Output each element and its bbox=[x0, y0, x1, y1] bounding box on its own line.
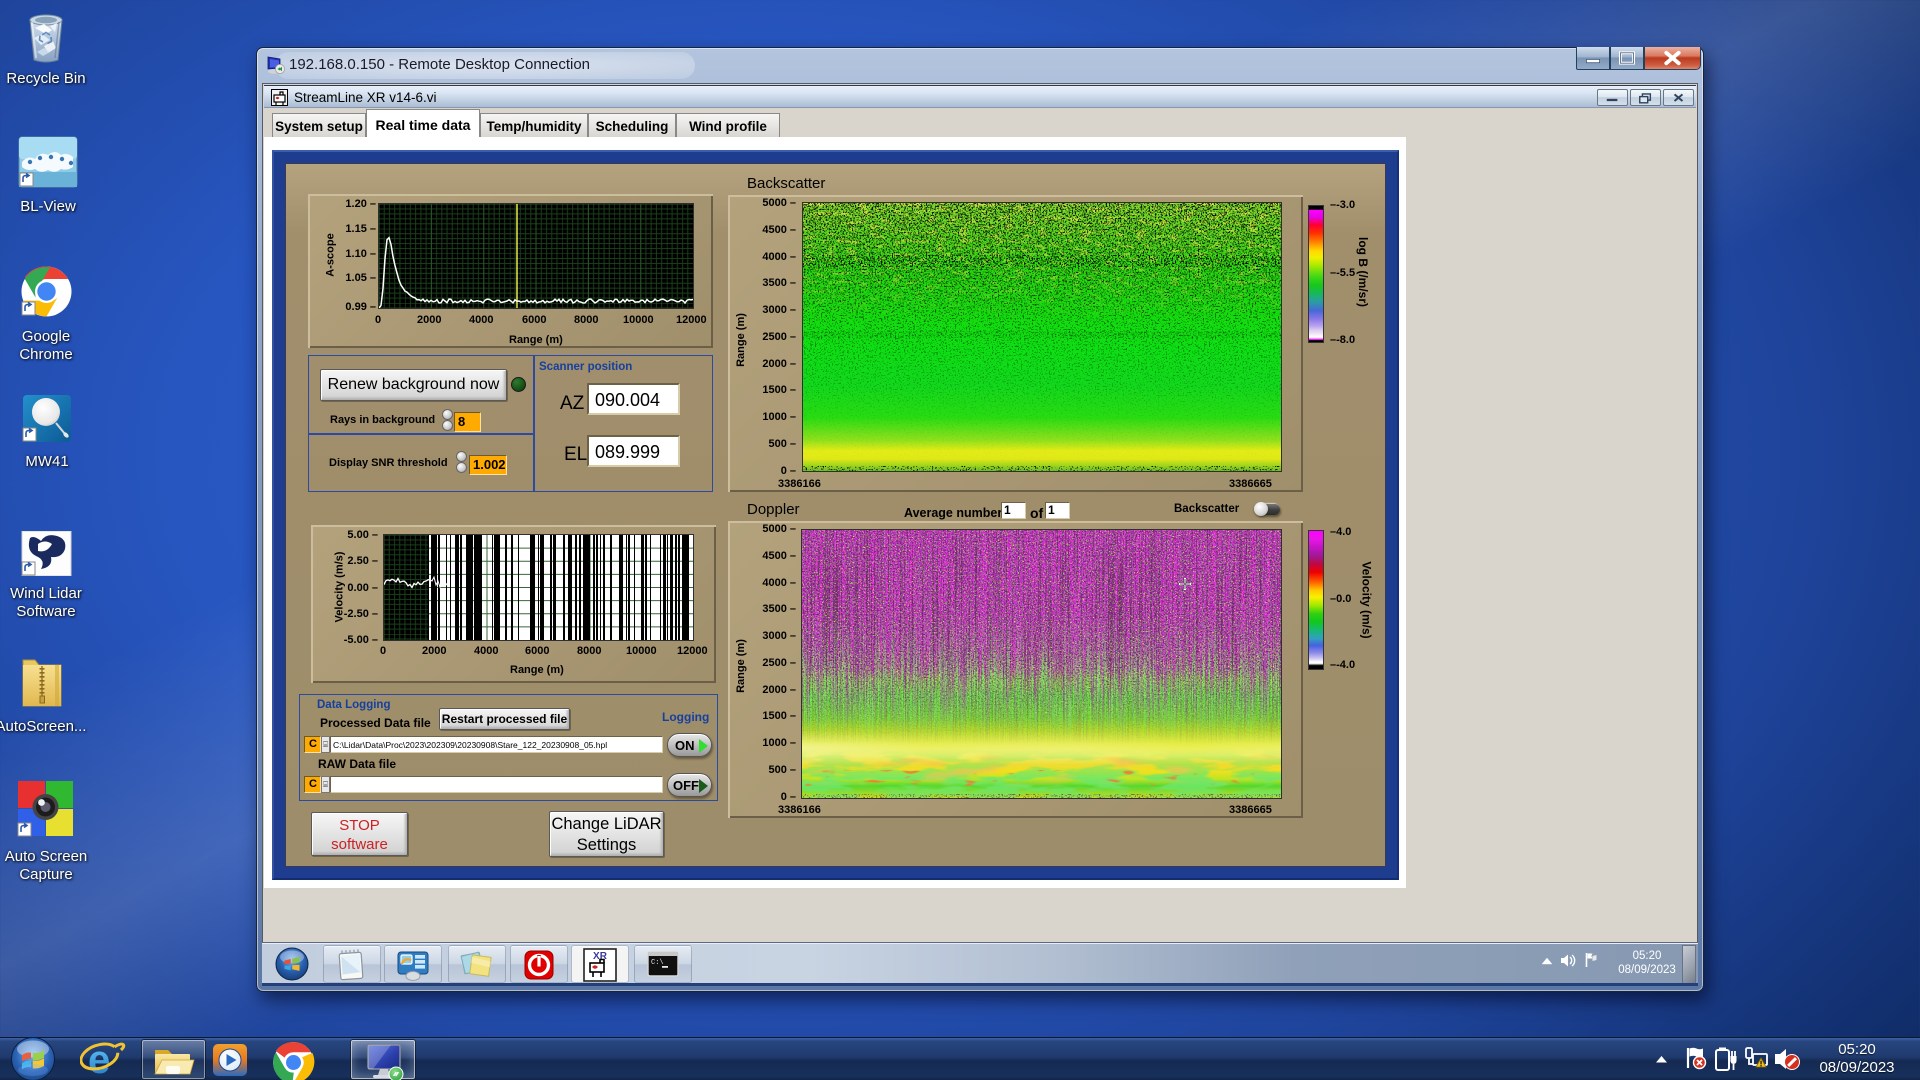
svg-text:C:\: C:\ bbox=[651, 959, 664, 967]
